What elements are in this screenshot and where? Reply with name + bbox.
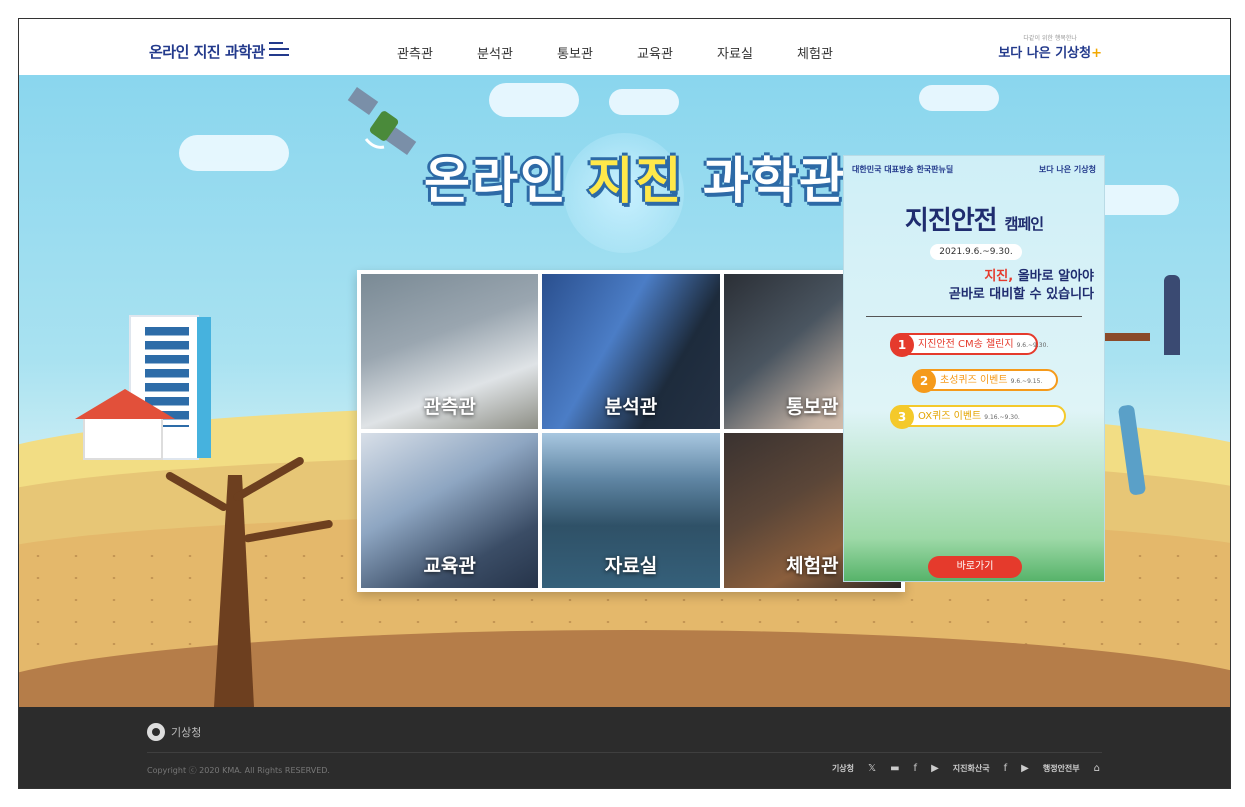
hero-title: 온라인 지진 과학관 xyxy=(424,141,847,213)
header: 온라인 지진 과학관 관측관 분석관 통보관 교육관 자료실 체험관 다같이 위… xyxy=(19,19,1230,75)
hero-section: 온라인 지진 과학관 관측관 분석관 통보관 교육관 자료실 체험관 대한민국 … xyxy=(19,75,1230,707)
cloud-icon xyxy=(489,83,579,117)
tile-label: 통보관 xyxy=(786,396,839,418)
social-group-earthquake[interactable]: 지진화산국 xyxy=(953,763,990,774)
hero-title-highlight: 지진 xyxy=(587,152,684,210)
plus-icon: + xyxy=(1091,46,1102,61)
event-label: 초성퀴즈 이벤트 xyxy=(940,375,1008,386)
popup-date: 2021.9.6.~9.30. xyxy=(930,244,1022,260)
tile-label: 분석관 xyxy=(604,396,658,418)
cloud-icon xyxy=(179,135,289,171)
tile-label: 관측관 xyxy=(423,396,476,418)
nav-item-experience[interactable]: 체험관 xyxy=(775,43,855,62)
popup-slogan: 지진, 올바로 알아야 곧바로 대비할 수 있습니다 xyxy=(864,268,1094,304)
facebook-icon[interactable]: f xyxy=(1004,763,1008,774)
popup-org-left: 대한민국 대표방송 한국판뉴딜 xyxy=(852,165,954,174)
house-illustration xyxy=(75,389,175,460)
copyright: Copyright ⓒ 2020 KMA. All Rights RESERVE… xyxy=(147,766,330,775)
brand-tagline: 다같이 위한 행복한나 xyxy=(1023,35,1077,42)
youtube-icon[interactable]: ▶ xyxy=(1021,763,1029,774)
footer-logo-text: 기상청 xyxy=(171,726,202,739)
popup-org-bar: 대한민국 대표방송 한국판뉴딜 보다 나은 기상청 xyxy=(852,164,1096,175)
event-date: 9.16.~9.30. xyxy=(984,414,1020,421)
event-label: 지진안전 CM송 챌린지 xyxy=(918,339,1014,350)
event-label: OX퀴즈 이벤트 xyxy=(918,411,982,422)
social-group-kma[interactable]: 기상청 xyxy=(832,763,854,774)
event-date: 9.6.~9.15. xyxy=(1010,378,1043,385)
slogan-line: 올바로 알아야 xyxy=(1013,269,1094,284)
event-item-1[interactable]: 1 지진안전 CM송 챌린지 9.6.~9.30. xyxy=(890,333,1048,357)
site-logo[interactable]: 온라인 지진 과학관 xyxy=(149,41,265,62)
social-links: 기상청 𝕏 ▬ f ▶ 지진화산국 f ▶ 행정안전부 ⌂ xyxy=(832,763,1100,774)
event-item-2[interactable]: 2 초성퀴즈 이벤트 9.6.~9.15. xyxy=(912,369,1058,393)
divider xyxy=(866,316,1082,317)
slogan-highlight: 지진, xyxy=(984,269,1014,284)
popup-title-main: 지진안전 xyxy=(904,206,998,236)
facebook-icon[interactable]: f xyxy=(914,763,918,774)
chat-icon[interactable]: ▬ xyxy=(890,763,899,774)
nav-item-education[interactable]: 교육관 xyxy=(615,43,695,62)
brand-name: 보다 나은 기상청 xyxy=(998,46,1092,61)
kma-brand-logo[interactable]: 다같이 위한 행복한나 보다 나은 기상청+ xyxy=(998,33,1102,61)
tile-education[interactable]: 교육관 xyxy=(361,433,539,588)
footer-divider xyxy=(147,752,1102,753)
hero-title-part: 온라인 xyxy=(424,152,588,210)
footer: 기상청 Copyright ⓒ 2020 KMA. All Rights RES… xyxy=(19,707,1230,788)
event-number: 2 xyxy=(912,369,936,393)
footer-logo[interactable]: 기상청 xyxy=(147,723,201,741)
nav-item-analysis[interactable]: 분석관 xyxy=(455,43,535,62)
tile-observation[interactable]: 관측관 xyxy=(361,274,539,429)
slogan-line: 곧바로 대비할 수 있습니다 xyxy=(948,287,1094,302)
main-nav: 관측관 분석관 통보관 교육관 자료실 체험관 xyxy=(375,43,855,62)
campaign-popup[interactable]: 대한민국 대표방송 한국판뉴딜 보다 나은 기상청 지진안전 캠페인 2021.… xyxy=(843,155,1105,582)
popup-org-right: 보다 나은 기상청 xyxy=(1038,165,1096,174)
popup-title-sub: 캠페인 xyxy=(1004,215,1044,233)
kma-logo-icon xyxy=(147,723,165,741)
home-icon[interactable]: ⌂ xyxy=(1094,763,1100,774)
popup-title: 지진안전 캠페인 xyxy=(844,200,1104,237)
social-group-mois[interactable]: 행정안전부 xyxy=(1043,763,1080,774)
nav-item-archive[interactable]: 자료실 xyxy=(695,43,775,62)
go-button[interactable]: 바로가기 xyxy=(928,556,1022,578)
cloud-icon xyxy=(609,89,679,115)
page-frame: 온라인 지진 과학관 관측관 분석관 통보관 교육관 자료실 체험관 다같이 위… xyxy=(18,18,1231,789)
person-illustration xyxy=(1164,275,1180,355)
cloud-icon xyxy=(919,85,999,111)
tile-label: 교육관 xyxy=(423,555,476,577)
satellite-icon xyxy=(347,87,417,156)
event-number: 3 xyxy=(890,405,914,429)
hamburger-menu-icon[interactable] xyxy=(269,42,289,56)
event-item-3[interactable]: 3 OX퀴즈 이벤트 9.16.~9.30. xyxy=(890,405,1066,429)
tile-label: 체험관 xyxy=(786,555,839,577)
event-number: 1 xyxy=(890,333,914,357)
nav-item-observation[interactable]: 관측관 xyxy=(375,43,455,62)
event-date: 9.6.~9.30. xyxy=(1016,342,1049,349)
tile-label: 자료실 xyxy=(604,555,658,577)
tile-archive[interactable]: 자료실 xyxy=(542,433,720,588)
nav-item-notification[interactable]: 통보관 xyxy=(535,43,615,62)
twitter-icon[interactable]: 𝕏 xyxy=(868,763,876,774)
gallery-grid: 관측관 분석관 통보관 교육관 자료실 체험관 xyxy=(357,270,905,592)
bench-illustration xyxy=(1105,333,1150,363)
hero-title-part: 과학관 xyxy=(683,152,847,210)
youtube-icon[interactable]: ▶ xyxy=(931,763,939,774)
tile-analysis[interactable]: 분석관 xyxy=(542,274,720,429)
